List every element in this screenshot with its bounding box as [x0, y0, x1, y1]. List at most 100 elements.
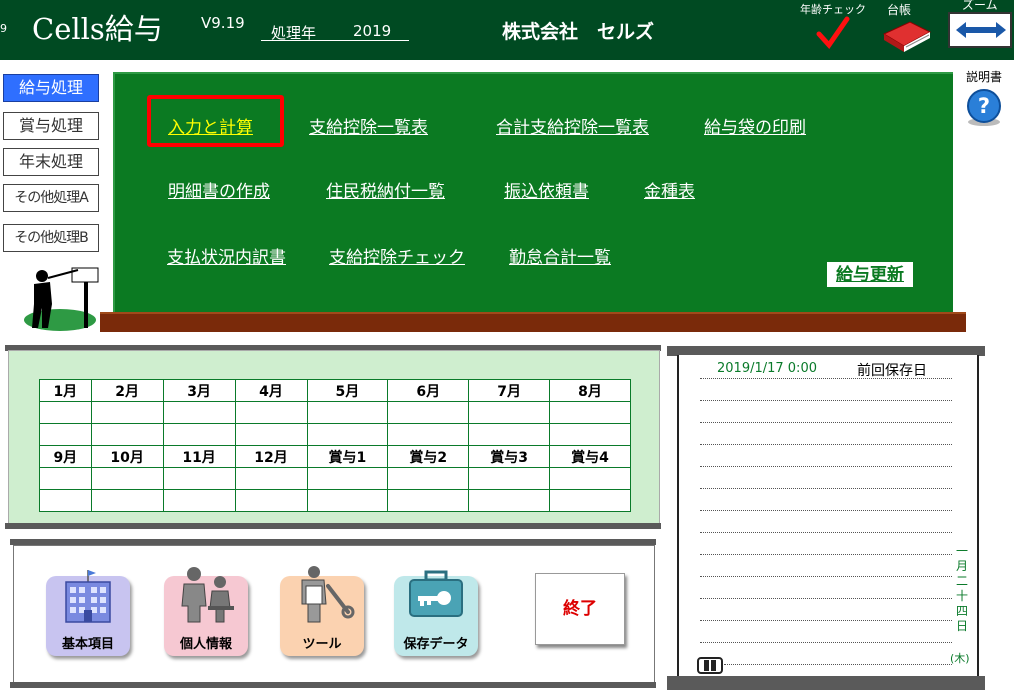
month-cell[interactable]: 8月 [549, 379, 631, 402]
month-header-row: 9月 10月 11月 12月 賞与1 賞与2 賞与3 賞与4 [39, 445, 631, 468]
month-cell[interactable]: 9月 [39, 445, 92, 468]
salary-update-button[interactable]: 給与更新 [827, 262, 913, 287]
bonus-cell[interactable]: 賞与1 [306, 445, 389, 468]
note-line [700, 532, 952, 533]
weekday-label: (木) [950, 652, 970, 665]
note-bottom-rail [667, 676, 985, 690]
month-cell[interactable]: 4月 [234, 379, 308, 402]
personal-info-label: 個人情報 [179, 637, 232, 652]
note-line [724, 664, 952, 665]
ledger-button[interactable]: 台帳 [878, 0, 936, 58]
menu-other-b[interactable]: その他処理B [3, 224, 99, 252]
month-value-row [39, 423, 631, 446]
menu-other-a[interactable]: その他処理A [3, 184, 99, 212]
note-line [700, 422, 952, 423]
age-check-label: 年齢チェック [800, 3, 866, 16]
month-cell[interactable]: 3月 [162, 379, 236, 402]
salary-update-label: 給与更新 [836, 265, 904, 285]
month-cell[interactable]: 12月 [234, 445, 308, 468]
tools-icon [301, 566, 355, 623]
note-line [700, 444, 952, 445]
basic-items-button[interactable]: 基本項目 [46, 570, 130, 656]
zoom-button[interactable]: ズーム [948, 0, 1014, 58]
month-cell[interactable]: 10月 [90, 445, 164, 468]
bonus-cell[interactable]: 賞与4 [549, 445, 631, 468]
note-line [700, 554, 952, 555]
question-icon: ? [967, 89, 1001, 126]
personal-info-button[interactable]: 個人情報 [164, 567, 248, 656]
note-line [700, 378, 952, 379]
building-icon [65, 570, 111, 623]
month-value-row [39, 401, 631, 424]
menu-bonus[interactable]: 賞与処理 [3, 112, 99, 140]
note-line [700, 598, 952, 599]
note-line [700, 620, 952, 621]
bonus-cell[interactable]: 賞与2 [387, 445, 470, 468]
company-name: 株式会社 セルズ [502, 21, 655, 43]
menu-salary[interactable]: 給与処理 [3, 74, 99, 102]
basic-items-label: 基本項目 [61, 637, 114, 652]
link-denomination-table[interactable]: 金種表 [644, 177, 695, 202]
last-saved-datetime: 2019/1/17 0:00 [717, 361, 817, 376]
note-line [700, 466, 952, 467]
arrows-horizontal-icon [956, 22, 1006, 38]
teacher-figure-icon [24, 267, 99, 331]
link-create-statement[interactable]: 明細書の作成 [168, 177, 270, 202]
bonus-cell[interactable]: 賞与3 [468, 445, 551, 468]
note-panel [677, 355, 979, 678]
exit-button[interactable]: 終了 [535, 573, 625, 645]
header-tiny-text: 9 [0, 22, 7, 35]
note-line [700, 510, 952, 511]
link-resident-tax-list[interactable]: 住民税納付一覧 [326, 177, 445, 202]
month-cell[interactable]: 2月 [90, 379, 164, 402]
year-field[interactable]: 処理年 2019 [261, 22, 409, 42]
age-check-button[interactable]: 年齢チェック [798, 0, 868, 58]
scroll-handle[interactable] [697, 657, 723, 674]
calendar-bottom-rail [5, 523, 661, 529]
link-payment-deduction-check[interactable]: 支給控除チェック [329, 243, 465, 268]
version-label: V9.19 [201, 14, 245, 32]
help-label: 説明書 [966, 70, 1003, 84]
month-value-row [39, 467, 631, 490]
save-data-label: 保存データ [403, 637, 469, 652]
year-value: 2019 [353, 22, 392, 40]
month-cell[interactable]: 11月 [162, 445, 236, 468]
menu-year-end[interactable]: 年末処理 [3, 148, 99, 176]
month-cell[interactable]: 5月 [306, 379, 389, 402]
link-payment-deduction-list[interactable]: 支給控除一覧表 [309, 113, 428, 138]
month-cell[interactable]: 6月 [387, 379, 470, 402]
month-cell[interactable]: 7月 [468, 379, 551, 402]
link-transfer-request[interactable]: 振込依頼書 [504, 177, 589, 202]
last-saved-label: 前回保存日 [857, 363, 927, 379]
exit-label: 終了 [563, 599, 597, 619]
people-icon [181, 567, 234, 623]
note-line [700, 488, 952, 489]
month-header-row: 1月 2月 3月 4月 5月 6月 7月 8月 [39, 379, 631, 402]
note-line [700, 400, 952, 401]
note-line [700, 642, 952, 643]
month-cell[interactable]: 1月 [39, 379, 92, 402]
app-header: 9 Cells給与 V9.19 処理年 2019 株式会社 セルズ 年齢チェック… [0, 0, 1014, 60]
month-table: 1月 2月 3月 4月 5月 6月 7月 8月 9月 10月 11月 12月 賞… [39, 379, 631, 512]
svg-text:?: ? [978, 94, 990, 118]
key-case-icon [409, 570, 463, 617]
month-value-row [39, 489, 631, 512]
tool-label: ツール [302, 637, 342, 652]
link-attendance-total-list[interactable]: 勤怠合計一覧 [509, 243, 611, 268]
link-pay-envelope-print[interactable]: 給与袋の印刷 [704, 113, 806, 138]
link-input-calculation[interactable]: 入力と計算 [168, 113, 253, 138]
tools-bottom-rail [10, 682, 656, 688]
vertical-date: 一 月 二 十 四 日 [955, 544, 968, 633]
check-mark-icon [816, 16, 850, 50]
board-ledge [100, 312, 966, 332]
help-button[interactable]: 説明書 ? [962, 66, 1010, 136]
tool-button[interactable]: ツール [280, 566, 364, 656]
save-data-button[interactable]: 保存データ [394, 570, 478, 656]
year-label: 処理年 [271, 24, 317, 42]
binder-icon [882, 21, 932, 52]
zoom-box [948, 12, 1012, 48]
app-title: Cells給与 [32, 12, 163, 46]
link-payment-breakdown[interactable]: 支払状況内訳書 [167, 243, 286, 268]
link-total-payment-deduction-list[interactable]: 合計支給控除一覧表 [496, 113, 649, 138]
note-line [700, 576, 952, 577]
